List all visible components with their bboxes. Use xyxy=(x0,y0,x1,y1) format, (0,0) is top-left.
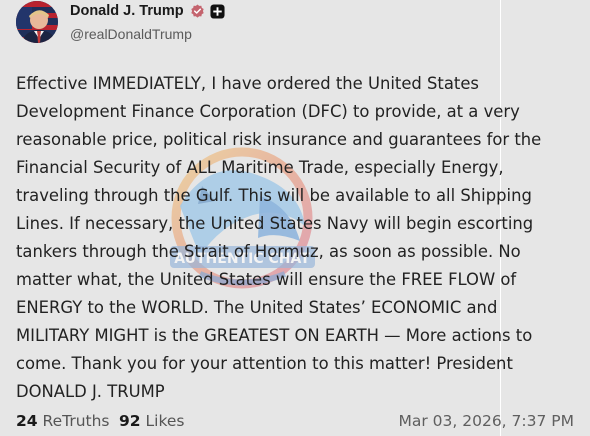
likes-count: 92 xyxy=(119,412,141,430)
post-timestamp[interactable]: Mar 03, 2026, 7:37 PM xyxy=(398,412,574,430)
author-name-row: Donald J. Trump xyxy=(70,3,225,19)
verified-badge-icon xyxy=(190,3,205,19)
retruths-stat[interactable]: 24 ReTruths xyxy=(16,412,110,430)
author-display-name[interactable]: Donald J. Trump xyxy=(70,3,184,19)
truth-plus-icon xyxy=(210,3,225,19)
retruths-count: 24 xyxy=(16,412,38,430)
likes-label: Likes xyxy=(145,412,185,430)
post-card: Donald J. Trump @realDonaldTrump AUTHENT… xyxy=(0,0,590,436)
retruths-label: ReTruths xyxy=(42,412,110,430)
avatar[interactable] xyxy=(16,1,58,43)
likes-stat[interactable]: 92 Likes xyxy=(119,412,185,430)
post-footer: 24 ReTruths 92 Likes Mar 03, 2026, 7:37 … xyxy=(16,412,574,436)
post-body-text: Effective IMMEDIATELY, I have ordered th… xyxy=(16,74,542,401)
author-handle[interactable]: @realDonaldTrump xyxy=(70,26,192,42)
